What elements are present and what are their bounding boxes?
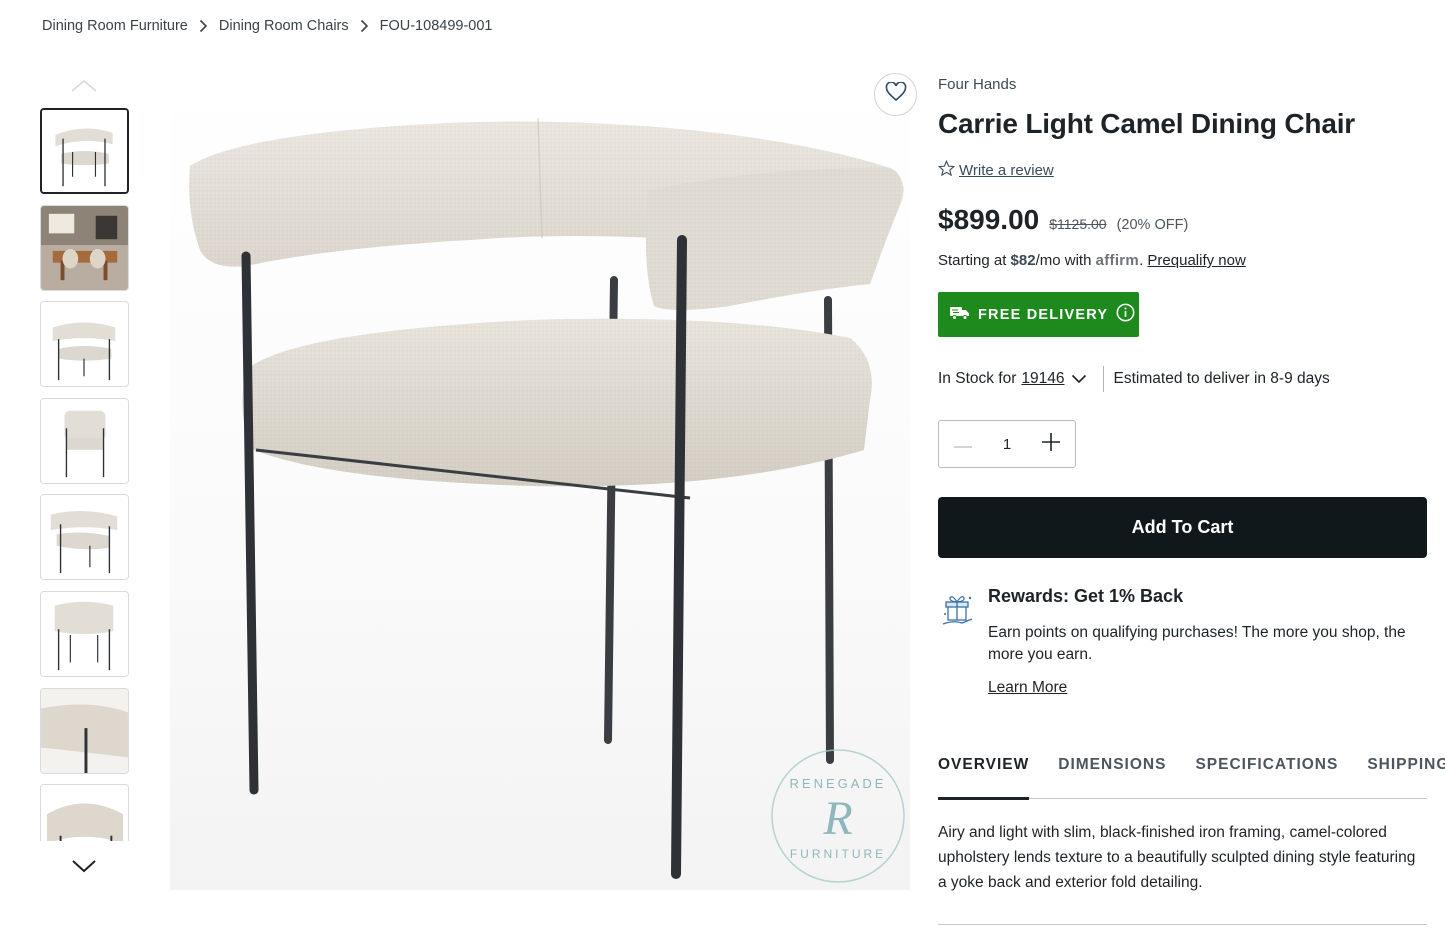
plus-icon (1042, 432, 1060, 456)
discount-percent: (20% OFF) (1116, 217, 1189, 233)
prequalify-link[interactable]: Prequalify now (1147, 252, 1245, 269)
truck-icon (950, 306, 970, 324)
info-icon[interactable] (1116, 303, 1135, 326)
thumbnail-4[interactable] (40, 397, 129, 484)
tab-dimensions[interactable]: DIMENSIONS (1058, 746, 1166, 799)
tab-overview[interactable]: OVERVIEW (938, 746, 1030, 800)
thumbnail-3[interactable] (40, 301, 129, 388)
stock-row: In Stock for 19146 Estimated to deliver … (938, 366, 1330, 392)
free-delivery-badge: FREE DELIVERY (938, 292, 1139, 337)
write-review-link[interactable]: Write a review (959, 162, 1054, 179)
thumbnail-2[interactable] (40, 204, 129, 291)
chevron-right-icon (360, 19, 369, 33)
thumbnail-5[interactable] (40, 494, 129, 581)
tab-specifications[interactable]: SPECIFICATIONS (1195, 746, 1338, 799)
breadcrumb-sku: FOU-108499-001 (379, 18, 493, 34)
thumbnail-8[interactable] (40, 784, 129, 841)
affirm-logo-text: affirm (1095, 252, 1140, 269)
svg-text:FURNITURE: FURNITURE (790, 847, 886, 861)
thumbnail-gallery (40, 76, 130, 886)
chevron-right-icon (199, 19, 208, 33)
price-row: $899.00 $1125.00 (20% OFF) (938, 204, 1188, 236)
gift-icon (940, 590, 976, 630)
free-delivery-label: FREE DELIVERY (978, 306, 1109, 323)
svg-text:RENEGADE: RENEGADE (790, 776, 887, 791)
add-to-cart-button[interactable]: Add To Cart (938, 497, 1427, 558)
thumbnail-7[interactable] (40, 687, 129, 774)
rewards-description: Earn points on qualifying purchases! The… (988, 624, 1406, 663)
financing-amount: $82 (1010, 252, 1036, 269)
original-price: $1125.00 (1049, 216, 1107, 232)
rewards-title: Rewards: Get 1% Back (988, 586, 1184, 606)
affirm-logo: affirm (1096, 252, 1139, 269)
svg-text:R: R (822, 792, 852, 845)
renegade-watermark: RENEGADE R FURNITURE (770, 748, 906, 884)
tab-shipping[interactable]: SHIPPING (1367, 746, 1445, 799)
main-product-image[interactable]: RENEGADE R FURNITURE (170, 70, 910, 890)
minus-icon (954, 435, 972, 453)
financing-text: Starting at $82/mo with affirm. Prequali… (938, 252, 1246, 269)
breadcrumb-dining-room-furniture[interactable]: Dining Room Furniture (42, 18, 188, 34)
quantity-stepper: 1 (938, 420, 1076, 468)
overview-description: Airy and light with slim, black-finished… (938, 824, 1416, 891)
thumbnail-scroll-up-button[interactable] (68, 78, 100, 98)
quantity-value[interactable]: 1 (1003, 436, 1011, 453)
chevron-down-icon[interactable] (1071, 374, 1087, 384)
zip-code-selector[interactable]: 19146 (1021, 370, 1064, 388)
thumbnail-list (40, 108, 130, 841)
chevron-up-icon (70, 79, 98, 98)
product-title: Carrie Light Camel Dining Chair (938, 108, 1355, 139)
sale-price: $899.00 (938, 204, 1040, 235)
financing-middle: /mo with (1035, 252, 1096, 269)
delivery-estimate: Estimated to deliver in 8-9 days (1113, 370, 1330, 387)
thumbnail-1[interactable] (40, 108, 129, 194)
breadcrumb-dining-room-chairs[interactable]: Dining Room Chairs (219, 18, 349, 34)
quantity-decrease-button[interactable] (953, 434, 973, 454)
brand-name[interactable]: Four Hands (938, 76, 1016, 93)
stock-divider (1102, 366, 1104, 392)
financing-prefix: Starting at (938, 252, 1011, 269)
heart-icon (885, 81, 907, 107)
chevron-down-icon (70, 858, 98, 879)
review-row: Write a review (937, 159, 1054, 181)
section-divider (938, 924, 1427, 925)
wishlist-button[interactable] (874, 73, 917, 116)
thumbnail-scroll-down-button[interactable] (68, 858, 100, 878)
in-stock-label: In Stock for (938, 370, 1017, 387)
thumbnail-6[interactable] (40, 590, 129, 677)
product-tabs: OVERVIEW DIMENSIONS SPECIFICATIONS SHIPP… (938, 746, 1445, 800)
rewards-learn-more-link[interactable]: Learn More (988, 679, 1067, 697)
quantity-increase-button[interactable] (1041, 432, 1061, 456)
star-icon (937, 159, 956, 181)
breadcrumb: Dining Room Furniture Dining Room Chairs… (42, 18, 492, 34)
